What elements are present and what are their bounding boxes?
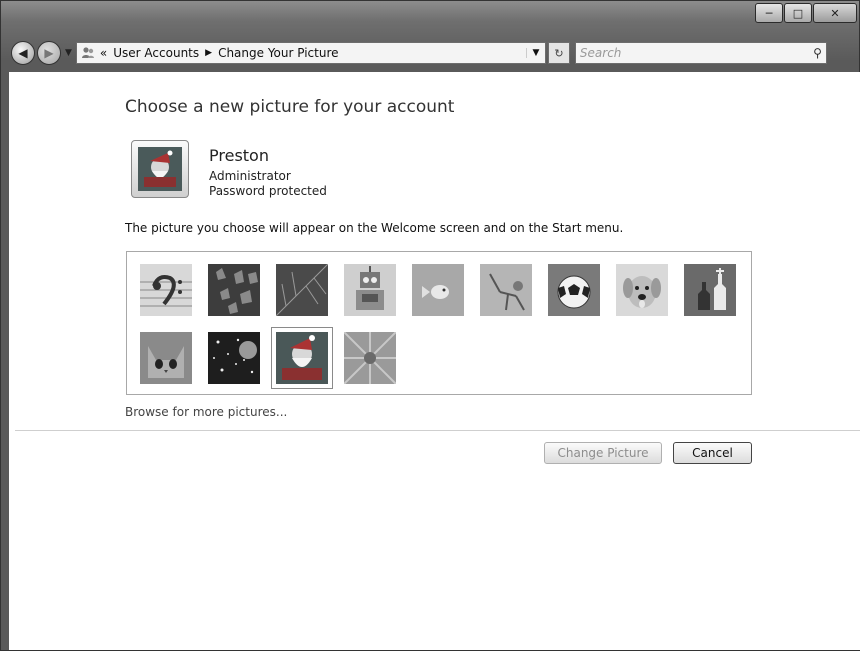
picture-sparkles[interactable] xyxy=(208,332,260,384)
santa-icon xyxy=(138,147,182,191)
browse-more-pictures-link[interactable]: Browse for more pictures... xyxy=(125,405,287,419)
window-frame: ─ □ ✕ ◀ ▶ ▼ « User Accounts ▶ Change You… xyxy=(0,0,860,651)
forward-arrow-icon: ▶ xyxy=(44,46,54,60)
picture-stick-figure[interactable] xyxy=(480,264,532,316)
picture-puppy[interactable] xyxy=(616,264,668,316)
back-arrow-icon: ◀ xyxy=(18,46,28,60)
chess-icon xyxy=(684,264,736,316)
refresh-button[interactable]: ↻ xyxy=(547,42,570,64)
breadcrumb-change-your-picture[interactable]: Change Your Picture xyxy=(218,46,338,60)
flower-icon xyxy=(344,332,396,384)
content-pane: Choose a new picture for your account Pr… xyxy=(9,72,860,650)
address-dropdown-icon[interactable]: ▼ xyxy=(525,48,545,58)
picture-leaf[interactable] xyxy=(276,264,328,316)
picture-chess[interactable] xyxy=(684,264,736,316)
picture-bass-clef[interactable] xyxy=(140,264,192,316)
account-password-status: Password protected xyxy=(209,184,327,198)
search-icon[interactable]: ⚲ xyxy=(813,46,822,60)
page-title: Choose a new picture for your account xyxy=(125,97,455,117)
current-account-picture xyxy=(131,140,189,198)
address-bar[interactable]: « User Accounts ▶ Change Your Picture ▼ xyxy=(75,42,546,64)
footer-divider xyxy=(15,430,860,431)
picture-santa[interactable] xyxy=(271,327,333,389)
sparkle-icon xyxy=(208,332,260,384)
picture-kitten[interactable] xyxy=(140,332,192,384)
picture-description: The picture you choose will appear on th… xyxy=(125,221,624,235)
robot-icon xyxy=(344,264,396,316)
santa-picture-icon xyxy=(276,332,328,384)
refresh-icon: ↻ xyxy=(554,46,564,60)
picture-flower[interactable] xyxy=(344,332,396,384)
dog-icon xyxy=(616,264,668,316)
picture-gallery xyxy=(126,251,752,395)
account-role: Administrator xyxy=(209,169,291,183)
picture-crystals[interactable] xyxy=(208,264,260,316)
breadcrumb-overflow[interactable]: « xyxy=(100,46,107,60)
bass-clef-icon xyxy=(140,264,192,316)
crystals-icon xyxy=(208,264,260,316)
user-accounts-icon xyxy=(81,47,94,58)
recent-pages-dropdown-icon[interactable]: ▼ xyxy=(65,48,72,58)
picture-robot[interactable] xyxy=(344,264,396,316)
picture-goldfish[interactable] xyxy=(412,264,464,316)
figure-icon xyxy=(480,264,532,316)
fish-icon xyxy=(412,264,464,316)
leaf-icon xyxy=(276,264,328,316)
search-placeholder: Search xyxy=(579,46,622,60)
picture-soccer-ball[interactable] xyxy=(548,264,600,316)
close-button[interactable]: ✕ xyxy=(813,3,857,23)
close-icon: ✕ xyxy=(830,6,840,20)
minimize-icon: ─ xyxy=(765,6,773,20)
account-name: Preston xyxy=(209,146,269,165)
cat-icon xyxy=(140,332,192,384)
breadcrumb-separator-icon[interactable]: ▶ xyxy=(205,48,212,58)
caption-buttons: ─ □ ✕ xyxy=(754,3,857,23)
maximize-icon: □ xyxy=(792,6,804,20)
search-box[interactable]: Search ⚲ xyxy=(574,42,827,64)
soccer-ball-icon xyxy=(548,264,600,316)
cancel-button[interactable]: Cancel xyxy=(673,442,752,464)
navigation-bar: ◀ ▶ ▼ « User Accounts ▶ Change Your Pict… xyxy=(11,39,851,67)
breadcrumb-user-accounts[interactable]: User Accounts xyxy=(113,46,199,60)
back-button[interactable]: ◀ xyxy=(11,41,35,65)
change-picture-button[interactable]: Change Picture xyxy=(544,442,662,464)
maximize-button[interactable]: □ xyxy=(784,3,812,23)
minimize-button[interactable]: ─ xyxy=(755,3,783,23)
forward-button[interactable]: ▶ xyxy=(37,41,61,65)
